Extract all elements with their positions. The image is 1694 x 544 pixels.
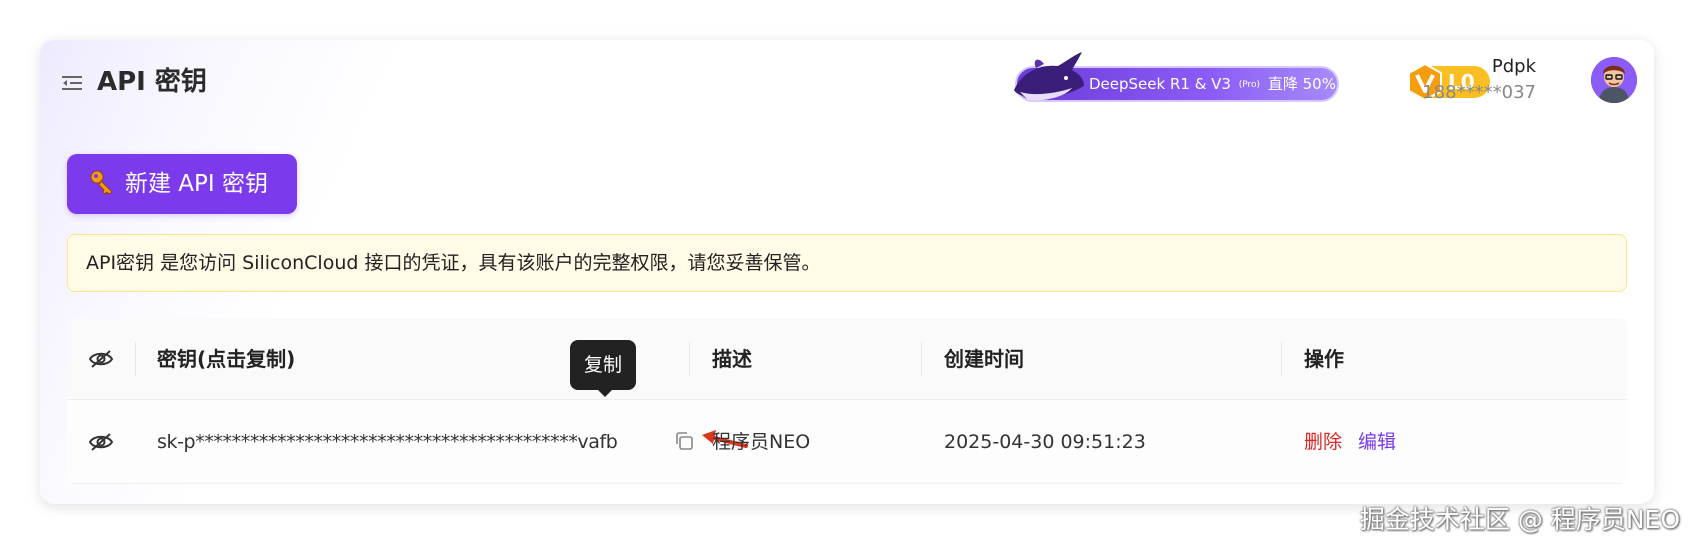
tooltip-arrow <box>597 389 613 397</box>
key-description: 程序员NEO <box>712 431 811 453</box>
notice-banner: API密钥 是您访问 SiliconCloud 接口的凭证，具有该账户的完整权限… <box>67 234 1627 292</box>
column-header-created: 创建时间 <box>944 347 1024 371</box>
delete-button[interactable]: 删除 <box>1304 431 1342 453</box>
api-key-value[interactable]: sk-p************************************… <box>157 400 618 484</box>
column-separator <box>689 342 690 376</box>
new-api-key-label: 新建 API 密钥 <box>125 171 269 197</box>
eye-off-icon[interactable] <box>89 432 113 452</box>
row-actions: 删除 编辑 <box>1304 400 1396 484</box>
promo-text-discount: 直降 50% <box>1267 75 1336 93</box>
key-icon <box>90 170 113 195</box>
api-key-table: 密钥(点击复制) 描述 创建时间 操作 sk-p****************… <box>67 318 1627 484</box>
column-header-description: 描述 <box>712 347 752 371</box>
notice-text: API密钥 是您访问 SiliconCloud 接口的凭证，具有该账户的完整权限… <box>86 252 821 274</box>
watermark: 掘金技术社区 @ 程序员NEO <box>1359 505 1680 534</box>
copy-tooltip: 复制 <box>570 340 636 390</box>
whale-icon <box>1014 52 1084 101</box>
promo-text-pro: (Pro) <box>1238 79 1261 90</box>
avatar[interactable] <box>1591 57 1637 103</box>
table-row: sk-p************************************… <box>67 400 1627 484</box>
main-card: API 密钥 DeepSeek R1 & V3 (Pro) 直降 50% L0 … <box>40 40 1654 504</box>
column-separator <box>1281 342 1282 376</box>
user-phone: 188*****037 <box>1422 82 1536 103</box>
copy-icon[interactable] <box>674 431 694 451</box>
avatar-image <box>1591 57 1637 103</box>
promo-text-main: DeepSeek R1 & V3 <box>1089 75 1231 93</box>
page-title: API 密钥 <box>97 67 207 97</box>
eye-off-icon[interactable] <box>89 349 113 369</box>
column-separator <box>135 342 136 376</box>
menu-collapse-icon[interactable] <box>62 75 82 91</box>
key-created-time: 2025-04-30 09:51:23 <box>944 431 1146 453</box>
table-header: 密钥(点击复制) 描述 创建时间 操作 <box>67 318 1627 400</box>
edit-button[interactable]: 编辑 <box>1358 431 1396 453</box>
column-separator <box>921 342 922 376</box>
user-name: Pdpk <box>1491 56 1536 77</box>
new-api-key-button[interactable]: 新建 API 密钥 <box>67 154 297 214</box>
column-header-actions: 操作 <box>1304 347 1344 371</box>
column-header-key: 密钥(点击复制) <box>157 347 296 371</box>
